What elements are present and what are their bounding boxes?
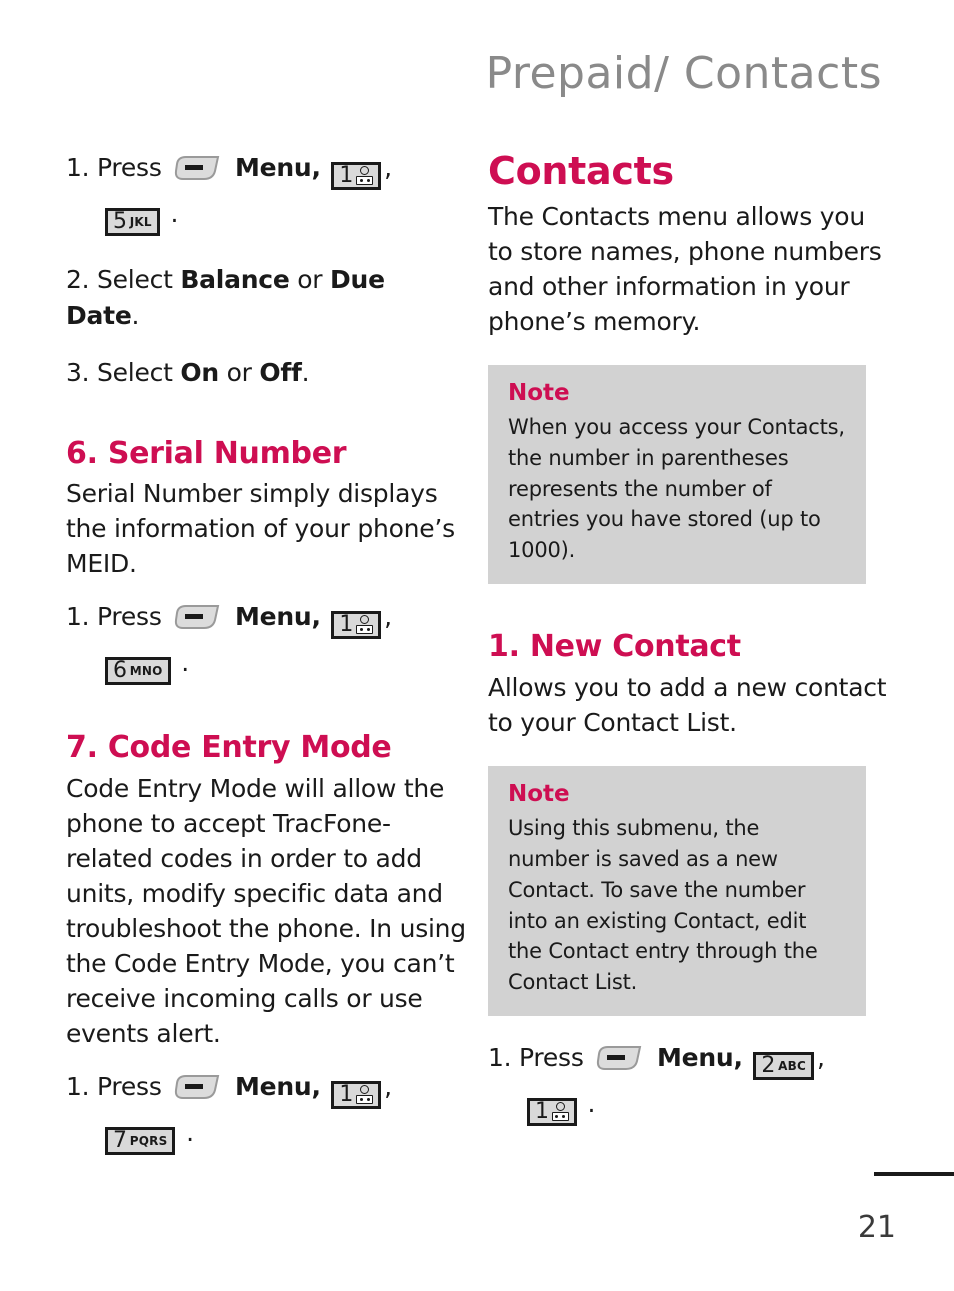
- key-6-letters: MNO: [129, 664, 163, 679]
- note-title: Note: [508, 379, 570, 406]
- prepaid-step-1: 1. Press Menu, 1 , 5 JKL .: [66, 150, 466, 236]
- new-contact-step-1-comma: ,: [817, 1043, 825, 1073]
- key-1-number: 1: [535, 1099, 549, 1125]
- prepaid-step-2-or: or: [289, 265, 331, 294]
- key-5-letters: JKL: [129, 215, 152, 229]
- prepaid-step-3-text: 3. Select: [66, 358, 181, 387]
- key-7-pqrs: 7 PQRS: [105, 1126, 176, 1155]
- menu-softkey-icon: [595, 1045, 643, 1071]
- prepaid-step-2-option-balance: Balance: [180, 265, 290, 294]
- voicemail-icon: [551, 1102, 569, 1122]
- code-step-1-menu-label: Menu,: [235, 1071, 321, 1101]
- key-6-mno: 6 MNO: [105, 657, 171, 686]
- key-2-abc: 2 ABC: [753, 1052, 814, 1081]
- key-1-voicemail: 1: [527, 1098, 577, 1127]
- new-contact-body: Allows you to add a new contact to your …: [488, 672, 887, 737]
- key-7-number: 7: [113, 1127, 127, 1153]
- serial-step-1-comma: ,: [384, 602, 392, 632]
- serial-step-1-indent: 6 MNO .: [66, 645, 466, 686]
- serial-number-body: Serial Number simply displays the inform…: [66, 479, 455, 579]
- menu-softkey-icon: [173, 1074, 221, 1100]
- section-title-new-contact: 1. New Contact: [488, 629, 741, 665]
- key-1-number: 1: [339, 612, 354, 638]
- contacts-body: The Contacts menu allows you to store na…: [488, 201, 882, 336]
- page-number: 21: [857, 1210, 896, 1245]
- voicemail-icon: [356, 615, 374, 635]
- new-contact-step-1-menu-label: Menu,: [657, 1043, 743, 1073]
- new-contact-step-1-indent: 1 .: [488, 1086, 888, 1127]
- serial-step-1-prefix: 1. Press: [66, 602, 162, 632]
- voicemail-icon: [356, 1084, 374, 1105]
- key-5-number: 5: [113, 209, 127, 234]
- code-entry-mode-step-1: 1. Press Menu, 1 , 7 PQRS .: [66, 1069, 466, 1155]
- prepaid-step-3: 3. Select On or Off.: [66, 355, 466, 391]
- code-step-1-period: .: [186, 1117, 194, 1147]
- new-contact-step-1: 1. Press Menu, 2 ABC , 1 .: [488, 1040, 888, 1127]
- note-body: Using this submenu, the number is saved …: [508, 816, 818, 995]
- serial-number-step-1: 1. Press Menu, 1 , 6 MNO .: [66, 599, 466, 686]
- new-contact-step-1-prefix: 1. Press: [488, 1043, 584, 1073]
- section-title-serial-number: 6. Serial Number: [66, 435, 347, 471]
- prepaid-step-2-text: 2. Select: [66, 265, 181, 294]
- prepaid-step-3-option-on: On: [180, 358, 219, 387]
- prepaid-step-1-indent: 5 JKL .: [66, 196, 466, 236]
- footer-divider: [874, 1172, 954, 1176]
- key-1-voicemail: 1: [331, 1080, 382, 1109]
- prepaid-step-3-end: .: [301, 358, 310, 387]
- menu-softkey-icon: [173, 604, 221, 630]
- code-step-1-prefix: 1. Press: [66, 1071, 162, 1101]
- key-5-jkl: 5 JKL: [105, 208, 160, 236]
- prepaid-step-2: 2. Select Balance or Due Date.: [66, 262, 466, 333]
- key-2-number: 2: [761, 1053, 776, 1079]
- note-box-new-contact: Note Using this submenu, the number is s…: [488, 765, 866, 1017]
- section-title-contacts: Contacts: [488, 149, 674, 193]
- new-contact-step-1-period: .: [587, 1089, 596, 1119]
- key-7-letters: PQRS: [129, 1133, 168, 1148]
- key-1-number: 1: [339, 1081, 354, 1107]
- code-step-1-indent: 7 PQRS .: [66, 1115, 466, 1155]
- key-1-number: 1: [339, 163, 354, 188]
- code-entry-mode-body: Code Entry Mode will allow the phone to …: [66, 773, 466, 1048]
- prepaid-step-3-or: or: [218, 358, 260, 387]
- left-column: 1. Press Menu, 1 , 5 JKL . 2. Select Bal…: [66, 150, 466, 1155]
- serial-step-1-menu-label: Menu,: [235, 602, 321, 632]
- right-column: Contacts The Contacts menu allows you to…: [488, 149, 888, 1127]
- code-step-1-comma: ,: [384, 1071, 392, 1101]
- prepaid-step-1-period: .: [170, 199, 179, 228]
- prepaid-step-3-option-off: Off: [259, 358, 302, 387]
- serial-step-1-period: .: [181, 648, 189, 678]
- key-1-voicemail: 1: [331, 162, 382, 190]
- key-1-voicemail: 1: [331, 611, 382, 640]
- menu-softkey-icon: [173, 155, 221, 181]
- prepaid-step-1-menu-label: Menu,: [235, 153, 321, 182]
- key-6-number: 6: [113, 658, 127, 684]
- prepaid-step-2-end: .: [131, 300, 140, 330]
- note-title: Note: [508, 780, 570, 807]
- note-body: When you access your Contacts, the numbe…: [508, 414, 845, 563]
- page-header-title: Prepaid/ Contacts: [485, 48, 882, 99]
- prepaid-step-1-comma: ,: [384, 153, 392, 182]
- section-title-code-entry-mode: 7. Code Entry Mode: [66, 730, 392, 766]
- prepaid-step-1-prefix: 1. Press: [66, 153, 162, 182]
- key-2-letters: ABC: [778, 1059, 806, 1074]
- note-box-contacts: Note When you access your Contacts, the …: [488, 364, 866, 585]
- voicemail-icon: [356, 166, 374, 186]
